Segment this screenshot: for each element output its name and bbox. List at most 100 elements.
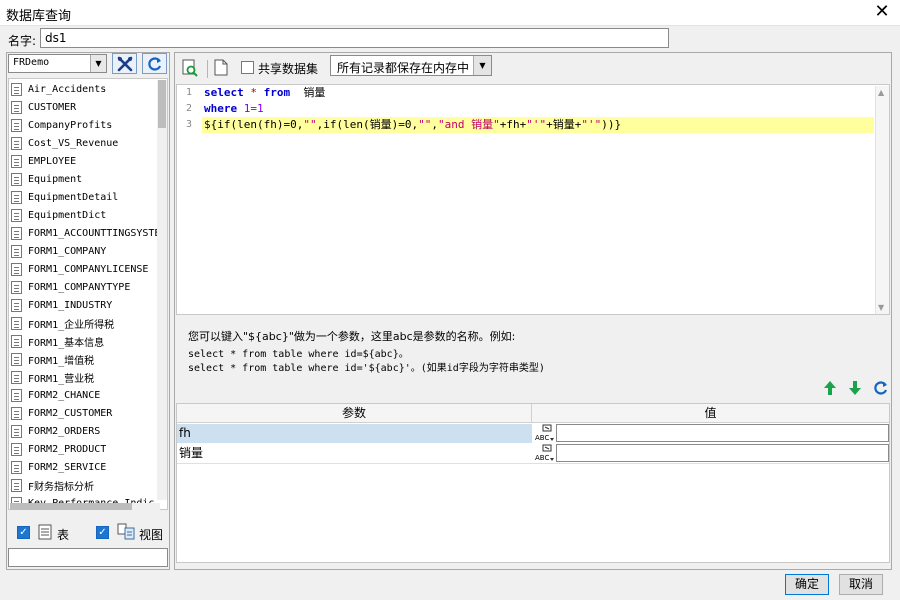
- table-list-hscroll-thumb[interactable]: [10, 503, 132, 510]
- sql-line-3[interactable]: ${if(len(fh)=0,"",if(len(销量)=0,"","and 销…: [204, 117, 621, 133]
- list-item[interactable]: FORM2_CUSTOMER: [11, 404, 112, 422]
- table-icon: [11, 334, 22, 348]
- list-item[interactable]: FORM2_SERVICE: [11, 458, 106, 476]
- list-item[interactable]: FORM2_CHANCE: [11, 386, 100, 404]
- list-item[interactable]: Equipment: [11, 170, 82, 188]
- param-hint-example-1: select * from table where id=${abc}。: [188, 349, 409, 360]
- table-icon: [11, 352, 22, 366]
- preview-icon[interactable]: [181, 59, 199, 77]
- param-hint-text: 您可以键入"${abc}"做为一个参数，这里abc是参数的名称。例如:: [188, 330, 516, 343]
- refresh-tables-button[interactable]: [142, 53, 167, 74]
- table-icon: [11, 316, 22, 330]
- table-row[interactable]: fh: [177, 424, 532, 443]
- table-icon: [11, 208, 22, 222]
- table-icon: [11, 388, 22, 402]
- storage-policy-value: 所有记录都保存在内存中: [337, 61, 470, 75]
- table-icon: [11, 478, 22, 492]
- list-item[interactable]: FORM2_ORDERS: [11, 422, 100, 440]
- sql-line-1[interactable]: select * from 销量: [204, 85, 325, 101]
- param-value-input[interactable]: [556, 444, 889, 462]
- scroll-up-icon[interactable]: ▲: [878, 88, 884, 97]
- list-item[interactable]: FORM1_COMPANY: [11, 242, 106, 260]
- table-icon: [11, 82, 22, 96]
- share-dataset-checkbox[interactable]: [241, 61, 254, 74]
- table-filter-label: 表: [57, 528, 70, 542]
- list-item[interactable]: FORM1_营业税: [11, 368, 94, 386]
- list-item[interactable]: EquipmentDetail: [11, 188, 118, 206]
- list-item[interactable]: FORM1_INDUSTRY: [11, 296, 112, 314]
- list-item[interactable]: EMPLOYEE: [11, 152, 76, 170]
- list-item[interactable]: FORM1_企业所得税: [11, 314, 114, 332]
- table-icon: [11, 190, 22, 204]
- list-item[interactable]: CompanyProfits: [11, 116, 112, 134]
- table-icon: [11, 406, 22, 420]
- table-icon: [11, 136, 22, 150]
- close-icon: ✕: [874, 1, 890, 22]
- table-icon: [11, 442, 22, 456]
- table-list[interactable]: Air_Accidents CUSTOMER CompanyProfits Co…: [8, 78, 168, 510]
- close-button[interactable]: ✕: [868, 1, 896, 25]
- table-list-vscroll-thumb[interactable]: [158, 80, 166, 128]
- list-item[interactable]: FORM1_COMPANYLICENSE: [11, 260, 148, 278]
- list-item[interactable]: Air_Accidents: [11, 80, 106, 98]
- svg-text:ABC: ABC: [535, 454, 549, 462]
- scroll-down-icon[interactable]: ▼: [878, 303, 884, 312]
- param-name-header: 参数: [177, 404, 532, 423]
- table-icon: [11, 100, 22, 114]
- view-filter-checkbox[interactable]: ✓: [96, 526, 109, 539]
- table-filter-checkbox[interactable]: ✓: [17, 526, 30, 539]
- table-icon: [11, 460, 22, 474]
- chevron-down-icon: ▼: [90, 55, 106, 72]
- row-divider: [177, 463, 889, 464]
- param-hint-example-2: select * from table where id='${abc}'。(如…: [188, 363, 545, 374]
- list-item[interactable]: FORM2_PRODUCT: [11, 440, 106, 458]
- share-dataset-label: 共享数据集: [258, 62, 319, 76]
- title-bar: 数据库查询 ✕: [0, 0, 900, 26]
- list-item[interactable]: FORM1_ACCOUNTTINGSYSTE: [11, 224, 160, 242]
- cancel-button[interactable]: 取消: [839, 574, 883, 595]
- list-item[interactable]: F财务指标分析: [11, 476, 94, 494]
- view-filter-label: 视图: [139, 528, 164, 542]
- table-search-input[interactable]: [8, 548, 168, 567]
- table-icon: [11, 154, 22, 168]
- tools-icon: [117, 56, 132, 71]
- value-type-icon[interactable]: ABC: [534, 424, 556, 443]
- table-list-vscroll[interactable]: [157, 80, 167, 500]
- refresh-icon: [147, 56, 161, 71]
- table-icon: [11, 262, 22, 276]
- table-icon: [11, 118, 22, 132]
- table-icon: [11, 172, 22, 186]
- param-value-input[interactable]: [556, 424, 889, 442]
- table-icon: [11, 370, 22, 384]
- list-item[interactable]: FORM1_基本信息: [11, 332, 104, 350]
- storage-policy-select[interactable]: 所有记录都保存在内存中 ▼: [330, 55, 492, 76]
- chevron-down-icon: ▼: [473, 56, 491, 75]
- refresh-params-icon[interactable]: [873, 380, 889, 396]
- connection-select[interactable]: FRDemo ▼: [8, 54, 107, 73]
- name-input[interactable]: [40, 28, 669, 48]
- table-icon: [11, 424, 22, 438]
- line-number: 2: [185, 103, 192, 114]
- ok-button[interactable]: 确定: [785, 574, 829, 595]
- new-document-icon[interactable]: [214, 59, 228, 76]
- table-icon: [11, 298, 22, 312]
- list-item[interactable]: CUSTOMER: [11, 98, 76, 116]
- sql-editor-vscroll[interactable]: ▲ ▼: [875, 86, 889, 314]
- list-item[interactable]: FORM1_COMPANYTYPE: [11, 278, 130, 296]
- table-row[interactable]: 销量: [177, 444, 532, 463]
- connection-settings-button[interactable]: [112, 53, 137, 74]
- window-title: 数据库查询: [6, 9, 72, 24]
- sql-line-2[interactable]: where 1=1: [204, 101, 264, 117]
- toolbar-separator: [207, 60, 208, 78]
- move-down-icon[interactable]: [848, 380, 862, 396]
- value-type-icon[interactable]: ABC: [534, 444, 556, 463]
- move-up-icon[interactable]: [823, 380, 837, 396]
- list-item[interactable]: Cost_VS_Revenue: [11, 134, 118, 152]
- svg-text:ABC: ABC: [535, 434, 549, 442]
- list-item[interactable]: FORM1_增值税: [11, 350, 94, 368]
- line-number: 3: [185, 119, 192, 130]
- table-icon: [38, 524, 52, 540]
- list-item[interactable]: EquipmentDict: [11, 206, 106, 224]
- table-icon: [11, 280, 22, 294]
- view-icon: [117, 523, 135, 540]
